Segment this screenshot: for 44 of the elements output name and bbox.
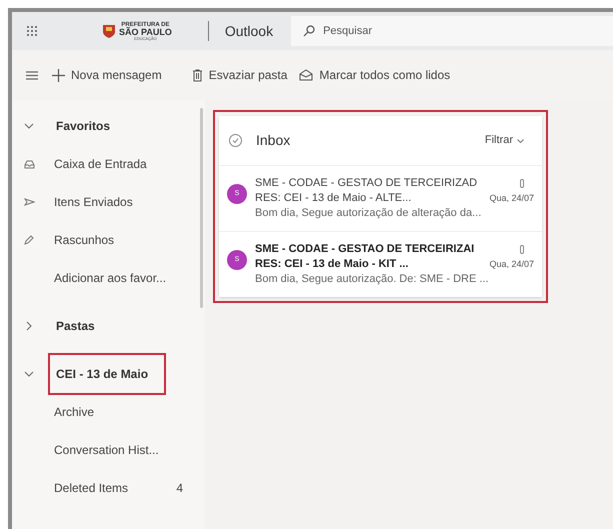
app-name: Outlook — [224, 22, 274, 40]
empty-folder-button[interactable]: Esvaziar pasta — [192, 66, 288, 84]
message-subject: RES: CEI - 13 de Maio - ALTE... — [255, 191, 412, 206]
search-bar[interactable]: Pesquisar — [291, 16, 613, 46]
folder-item[interactable]: Conversation Hist... — [12, 431, 205, 469]
message-subject: RES: CEI - 13 de Maio - KIT ... — [255, 257, 408, 272]
message-preview: Bom dia, Segue autorização. De: SME - DRE ... — [255, 273, 489, 285]
folder-item[interactable]: Archive — [12, 393, 205, 431]
chevron-down-icon — [517, 138, 524, 142]
menu-icon[interactable] — [26, 70, 38, 80]
folder-item[interactable]: Deleted Items 4 — [12, 469, 205, 507]
envelope-icon — [299, 69, 314, 81]
folder-group-header[interactable]: Pastas — [48, 305, 103, 347]
logo-text: SÃO PAULO — [119, 28, 172, 36]
filter-button[interactable]: Filtrar — [484, 132, 524, 149]
crest-icon — [102, 23, 116, 39]
folder-item[interactable]: Rascunhos — [12, 221, 205, 259]
message-preview: Bom dia, Segue autorização de alteração da... — [255, 207, 482, 219]
folder-item[interactable]: Caixa de Entrada — [12, 145, 205, 183]
chevron-down-icon[interactable] — [24, 371, 34, 377]
inbox-icon — [24, 160, 34, 168]
new-message-button[interactable]: Nova mensagem — [52, 66, 162, 84]
message-date: Qua, 24/07 — [489, 258, 534, 271]
folder-group-header[interactable]: Favoritos — [48, 105, 118, 147]
plus-icon — [52, 68, 65, 82]
message-date: Qua, 24/07 — [489, 192, 534, 205]
mark-read-button[interactable]: Marcar todos como lidos — [299, 66, 450, 84]
unread-count: 4 — [176, 480, 183, 497]
scrollbar[interactable] — [200, 108, 203, 308]
search-field[interactable]: Pesquisar — [323, 22, 524, 40]
trash-icon — [192, 68, 203, 82]
send-icon — [24, 198, 34, 206]
pencil-icon — [24, 235, 34, 245]
sender-name: SME - CODAE - GESTAO DE TERCEIRIZAI — [255, 242, 474, 257]
sender-name: SME - CODAE - GESTAO DE TERCEIRIZAD — [255, 176, 478, 191]
select-all-icon[interactable] — [229, 134, 242, 147]
search-icon — [303, 25, 316, 37]
folder-item[interactable]: Itens Enviados — [12, 183, 205, 221]
app-launcher-icon[interactable] — [26, 25, 38, 37]
chevron-down-icon[interactable] — [24, 123, 34, 129]
folder-group-header[interactable]: CEI - 13 de Maio — [48, 353, 166, 395]
chevron-right-icon[interactable] — [26, 321, 32, 331]
folder-item[interactable]: Adicionar aos favor... — [12, 259, 205, 297]
list-title: Inbox — [256, 131, 290, 150]
